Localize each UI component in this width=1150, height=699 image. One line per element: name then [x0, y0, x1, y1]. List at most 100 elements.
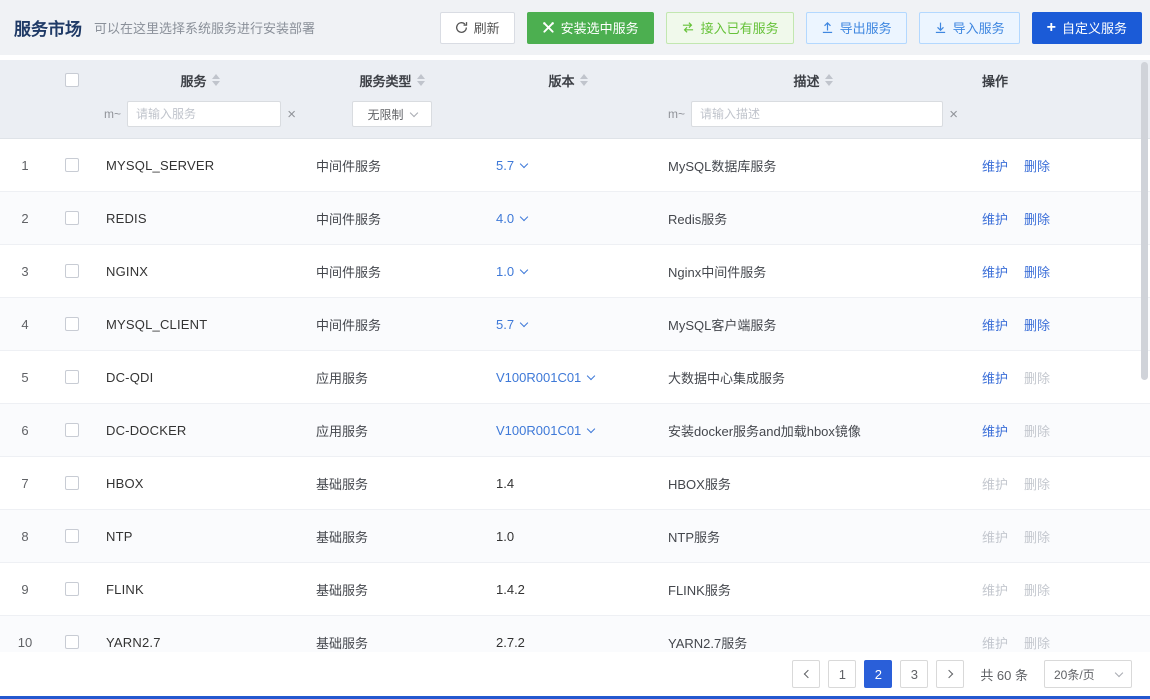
service-desc: NTP服务 [658, 527, 968, 546]
chevron-down-icon [587, 371, 595, 379]
pagination-bar: 1 2 3 共 60 条 20条/页 [0, 652, 1150, 696]
connect-existing-button[interactable]: 接入已有服务 [666, 12, 794, 44]
service-filter-input[interactable] [127, 101, 281, 127]
row-checkbox[interactable] [65, 317, 79, 331]
row-checkbox[interactable] [65, 529, 79, 543]
next-page-button[interactable] [936, 660, 964, 688]
page-button-3[interactable]: 3 [900, 660, 928, 688]
delete-link[interactable]: 删除 [1024, 209, 1050, 228]
row-checkbox[interactable] [65, 423, 79, 437]
page-button-2[interactable]: 2 [864, 660, 892, 688]
service-type: 应用服务 [306, 368, 478, 387]
custom-service-button[interactable]: + 自定义服务 [1032, 12, 1142, 44]
service-type: 中间件服务 [306, 262, 478, 281]
row-checkbox[interactable] [65, 211, 79, 225]
row-checkbox[interactable] [65, 370, 79, 384]
service-column-header: 服务 [94, 71, 306, 90]
service-desc: 安装docker服务and加载hbox镜像 [658, 421, 968, 440]
version-select: 1.4.2 [496, 582, 525, 597]
sort-icon[interactable] [417, 74, 425, 86]
maintain-link[interactable]: 维护 [982, 527, 1008, 546]
services-table: 服务 服务类型 版本 描述 操作 [0, 60, 1150, 669]
service-type: 中间件服务 [306, 209, 478, 228]
row-checkbox[interactable] [65, 635, 79, 649]
sort-icon[interactable] [580, 74, 588, 86]
version-column-header: 版本 [478, 71, 658, 90]
service-type: 中间件服务 [306, 156, 478, 175]
maintain-link[interactable]: 维护 [982, 209, 1008, 228]
delete-link[interactable]: 删除 [1024, 474, 1050, 493]
maintain-link[interactable]: 维护 [982, 633, 1008, 652]
row-checkbox[interactable] [65, 582, 79, 596]
desc-filter: m~ × [658, 101, 968, 127]
maintain-link[interactable]: 维护 [982, 368, 1008, 387]
export-services-button[interactable]: 导出服务 [806, 12, 907, 44]
maintain-link[interactable]: 维护 [982, 156, 1008, 175]
row-index: 3 [0, 264, 50, 279]
row-checkbox[interactable] [65, 158, 79, 172]
version-select[interactable]: 5.7 [496, 317, 527, 332]
delete-link[interactable]: 删除 [1024, 315, 1050, 334]
version-select[interactable]: V100R001C01 [496, 370, 594, 385]
version-select[interactable]: V100R001C01 [496, 423, 594, 438]
delete-link[interactable]: 删除 [1024, 421, 1050, 440]
maintain-link[interactable]: 维护 [982, 262, 1008, 281]
row-index: 1 [0, 158, 50, 173]
row-checkbox[interactable] [65, 476, 79, 490]
table-header: 服务 服务类型 版本 描述 操作 [0, 60, 1150, 139]
import-services-button[interactable]: 导入服务 [919, 12, 1020, 44]
service-type: 基础服务 [306, 633, 478, 652]
install-selected-button[interactable]: 安装选中服务 [527, 12, 654, 44]
delete-link[interactable]: 删除 [1024, 633, 1050, 652]
total-count: 共 60 条 [980, 665, 1028, 684]
page-size-select[interactable]: 20条/页 [1044, 660, 1132, 688]
delete-link[interactable]: 删除 [1024, 368, 1050, 387]
select-all-checkbox[interactable] [65, 73, 79, 87]
maintain-link[interactable]: 维护 [982, 474, 1008, 493]
service-desc: MySQL客户端服务 [658, 315, 968, 334]
desc-filter-input[interactable] [691, 101, 943, 127]
service-desc: HBOX服务 [658, 474, 968, 493]
chevron-down-icon [520, 159, 528, 167]
row-checkbox[interactable] [65, 264, 79, 278]
chevron-down-icon [1115, 668, 1123, 676]
delete-link[interactable]: 删除 [1024, 580, 1050, 599]
delete-link[interactable]: 删除 [1024, 527, 1050, 546]
page-subtitle: 可以在这里选择系统服务进行安装部署 [94, 18, 315, 37]
prev-page-button[interactable] [792, 660, 820, 688]
clear-icon[interactable]: × [287, 107, 296, 122]
chevron-right-icon [945, 670, 953, 678]
type-filter-select[interactable]: 无限制 [352, 101, 432, 127]
delete-link[interactable]: 删除 [1024, 262, 1050, 281]
tools-icon [542, 21, 555, 34]
service-type: 基础服务 [306, 580, 478, 599]
refresh-label: 刷新 [474, 18, 500, 37]
table-row: 2 REDIS 中间件服务 4.0 Redis服务 维护 删除 [0, 192, 1150, 245]
service-desc: MySQL数据库服务 [658, 156, 968, 175]
version-select: 2.7.2 [496, 635, 525, 650]
version-select[interactable]: 5.7 [496, 158, 527, 173]
service-desc: 大数据中心集成服务 [658, 368, 968, 387]
vertical-scrollbar[interactable] [1141, 62, 1148, 380]
sort-icon[interactable] [212, 74, 220, 86]
desc-match-mode-selector[interactable]: m~ [668, 107, 685, 121]
service-match-mode-selector[interactable]: m~ [104, 107, 121, 121]
table-row: 3 NGINX 中间件服务 1.0 Nginx中间件服务 维护 删除 [0, 245, 1150, 298]
version-select[interactable]: 1.0 [496, 264, 527, 279]
refresh-button[interactable]: 刷新 [440, 12, 515, 44]
row-index: 2 [0, 211, 50, 226]
clear-icon[interactable]: × [949, 107, 958, 122]
maintain-link[interactable]: 维护 [982, 421, 1008, 440]
version-select[interactable]: 4.0 [496, 211, 527, 226]
service-name: MYSQL_CLIENT [94, 317, 306, 332]
sort-icon[interactable] [825, 74, 833, 86]
page-button-1[interactable]: 1 [828, 660, 856, 688]
chevron-down-icon [587, 424, 595, 432]
chevron-down-icon [520, 212, 528, 220]
service-filter: m~ × [94, 101, 306, 127]
delete-link[interactable]: 删除 [1024, 156, 1050, 175]
install-label: 安装选中服务 [561, 18, 639, 37]
maintain-link[interactable]: 维护 [982, 580, 1008, 599]
version-select: 1.4 [496, 476, 514, 491]
maintain-link[interactable]: 维护 [982, 315, 1008, 334]
